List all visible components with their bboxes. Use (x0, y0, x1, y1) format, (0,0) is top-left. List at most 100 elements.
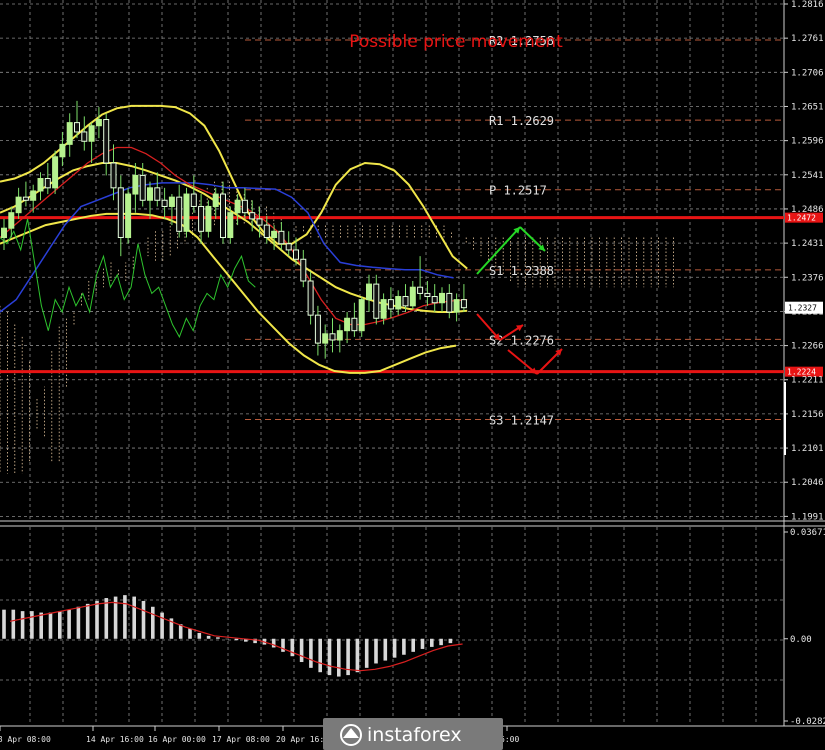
candle (161, 199, 168, 207)
macd-bar (234, 638, 239, 641)
candle (263, 224, 270, 239)
candle (59, 143, 66, 158)
candle (358, 299, 365, 332)
y-tick-label: 1.2266 (791, 342, 824, 352)
candle (322, 333, 329, 344)
candle (139, 174, 146, 201)
candle (227, 212, 234, 239)
candle (220, 193, 226, 239)
candle (190, 193, 197, 207)
candle (198, 205, 205, 232)
macd-bar (364, 638, 369, 668)
y-tick-label: 1.1991 (791, 512, 824, 522)
macd-bar (327, 638, 332, 676)
macd-bar (39, 612, 43, 639)
macd-bar (225, 638, 229, 640)
macd-bar (11, 609, 16, 639)
y-tick-label: 1.2541 (791, 171, 824, 181)
macd-bar (104, 598, 109, 639)
candle (74, 122, 80, 133)
candle (387, 299, 394, 310)
candle (329, 333, 336, 341)
macd-bar (392, 638, 397, 658)
macd-bar (123, 595, 127, 639)
candle (103, 119, 110, 164)
macd-bar (271, 638, 276, 648)
y-tick-label: 1.2486 (791, 205, 824, 215)
candle (22, 196, 29, 201)
candle (314, 314, 321, 344)
y-tick-label: 1.2596 (791, 137, 824, 147)
chart: R2 1.2758R1 1.2629P 1.2517S1 1.2388S2 1.… (0, 0, 825, 750)
macd-bar (318, 638, 322, 673)
level-label-p: P 1.2517 (489, 184, 547, 198)
level-label-r1: R1 1.2629 (489, 114, 554, 128)
candle (249, 212, 256, 220)
candle (37, 178, 44, 192)
macd-bar (402, 638, 406, 655)
candle (256, 218, 263, 226)
candle (344, 317, 351, 332)
macd-bar (411, 638, 415, 652)
candle (212, 193, 219, 207)
y-tick-label: 1.2101 (791, 444, 824, 454)
x-tick-label: 17 Apr 08:00 (212, 735, 270, 744)
candle (44, 178, 51, 189)
macd-bar (2, 609, 6, 639)
level-label-s3: S3 1.2147 (489, 413, 554, 427)
candle (285, 243, 292, 251)
y-tick-label: 1.2431 (791, 239, 824, 249)
macd-bar (58, 611, 62, 639)
candle (234, 199, 241, 214)
macd-bar (151, 606, 155, 639)
chart-title: Possible price movement (349, 32, 563, 52)
candle (431, 296, 438, 304)
macd-bar (337, 638, 341, 677)
candle (446, 292, 453, 313)
y-tick-label: 1.2761 (791, 34, 824, 44)
candle (132, 174, 139, 195)
x-tick-label: 14 Apr 16:00 (86, 735, 144, 744)
watermark: instaforex (323, 718, 503, 750)
candle (95, 119, 102, 127)
macd-bar (132, 596, 136, 639)
candle (271, 230, 278, 239)
candle (66, 122, 73, 145)
macd-bar (281, 638, 285, 652)
candle (351, 317, 358, 332)
candle (453, 299, 460, 313)
macd-bar (355, 638, 360, 673)
candle (417, 286, 424, 294)
candle (88, 125, 95, 142)
macd-bar (420, 638, 425, 649)
y-tick-label: 1.2211 (791, 376, 824, 386)
candle (424, 292, 431, 298)
macd-bar (430, 638, 434, 647)
candle (110, 162, 117, 189)
y-tick-label: 1.2156 (791, 410, 824, 420)
candle (380, 299, 387, 319)
y-tick-label: 1.2376 (791, 273, 824, 283)
y-tick-label: 1.2816 (791, 0, 824, 10)
y-tick-label: 1.2651 (791, 102, 824, 112)
macd-bar (206, 635, 211, 639)
macd-bar (309, 638, 313, 668)
macd-bar (48, 612, 53, 639)
candle (395, 296, 402, 310)
macd-bar (374, 638, 378, 664)
macd-bar (290, 638, 295, 657)
macd-tick-label: 0.03671 (790, 528, 825, 538)
candle (15, 196, 22, 214)
candle (154, 187, 161, 201)
macd-tick-label: 0.00 (790, 635, 812, 645)
candle (147, 187, 153, 201)
macd-bar (30, 611, 34, 639)
candle (30, 190, 37, 201)
candle (300, 258, 307, 282)
macd-bar (85, 603, 90, 639)
x-tick-label: 13 Apr 08:00 (0, 735, 51, 744)
macd-bar (76, 606, 81, 639)
candle (8, 212, 15, 229)
candle (278, 230, 285, 245)
candle (409, 286, 416, 307)
